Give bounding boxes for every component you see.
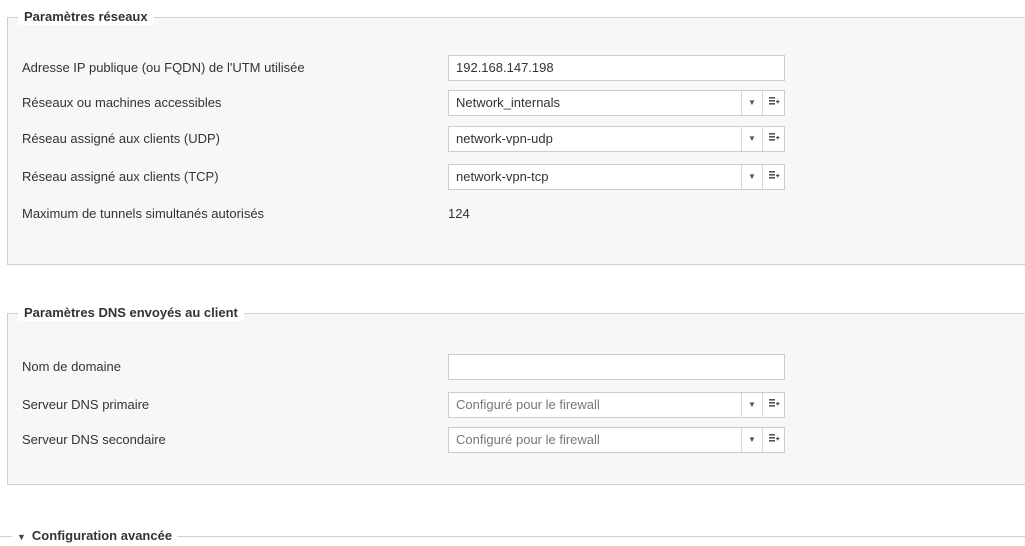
dns-settings-legend: Paramètres DNS envoyés au client — [18, 305, 244, 321]
chevron-down-icon[interactable]: ▼ — [741, 91, 762, 115]
public-ip-label: Adresse IP publique (ou FQDN) de l'UTM u… — [22, 60, 305, 75]
secondary-dns-placeholder: Configuré pour le firewall — [456, 432, 600, 447]
expand-triangle-icon[interactable]: ▼ — [17, 532, 26, 542]
reachable-networks-label: Réseaux ou machines accessibles — [22, 95, 222, 110]
udp-network-value: network-vpn-udp — [456, 131, 553, 146]
tcp-network-combo[interactable]: network-vpn-tcp ▼ — [448, 164, 785, 190]
primary-dns-label: Serveur DNS primaire — [22, 397, 150, 412]
domain-label: Nom de domaine — [22, 359, 121, 374]
max-tunnels-label: Maximum de tunnels simultanés autorisés — [22, 206, 265, 221]
secondary-dns-combo[interactable]: Configuré pour le firewall ▼ — [448, 427, 785, 453]
add-object-icon[interactable] — [762, 393, 784, 417]
tcp-network-value: network-vpn-tcp — [456, 169, 549, 184]
add-object-icon[interactable] — [762, 165, 784, 189]
add-object-icon[interactable] — [762, 428, 784, 452]
advanced-config-header[interactable]: ▼ Configuration avancée — [12, 527, 178, 546]
advanced-config-label: Configuration avancée — [31, 528, 173, 543]
primary-dns-combo[interactable]: Configuré pour le firewall ▼ — [448, 392, 785, 418]
chevron-down-icon[interactable]: ▼ — [741, 165, 762, 189]
chevron-down-icon[interactable]: ▼ — [741, 428, 762, 452]
chevron-down-icon[interactable]: ▼ — [741, 127, 762, 151]
network-settings-legend: Paramètres réseaux — [18, 9, 154, 25]
reachable-networks-value: Network_internals — [456, 95, 561, 110]
add-object-icon[interactable] — [762, 91, 784, 115]
udp-network-combo[interactable]: network-vpn-udp ▼ — [448, 126, 785, 152]
domain-input[interactable] — [448, 354, 785, 380]
dns-settings-fieldset: Paramètres DNS envoyés au client Nom de … — [7, 305, 1025, 485]
public-ip-input[interactable]: 192.168.147.198 — [448, 55, 785, 81]
network-settings-fieldset: Paramètres réseaux Adresse IP publique (… — [7, 9, 1025, 265]
tcp-network-label: Réseau assigné aux clients (TCP) — [22, 169, 219, 184]
max-tunnels-value: 124 — [448, 206, 470, 221]
chevron-down-icon[interactable]: ▼ — [741, 393, 762, 417]
add-object-icon[interactable] — [762, 127, 784, 151]
primary-dns-placeholder: Configuré pour le firewall — [456, 397, 600, 412]
reachable-networks-combo[interactable]: Network_internals ▼ — [448, 90, 785, 116]
secondary-dns-label: Serveur DNS secondaire — [22, 432, 166, 447]
advanced-config-toggle[interactable]: ▼ Configuration avancée — [0, 527, 1025, 546]
udp-network-label: Réseau assigné aux clients (UDP) — [22, 131, 220, 146]
